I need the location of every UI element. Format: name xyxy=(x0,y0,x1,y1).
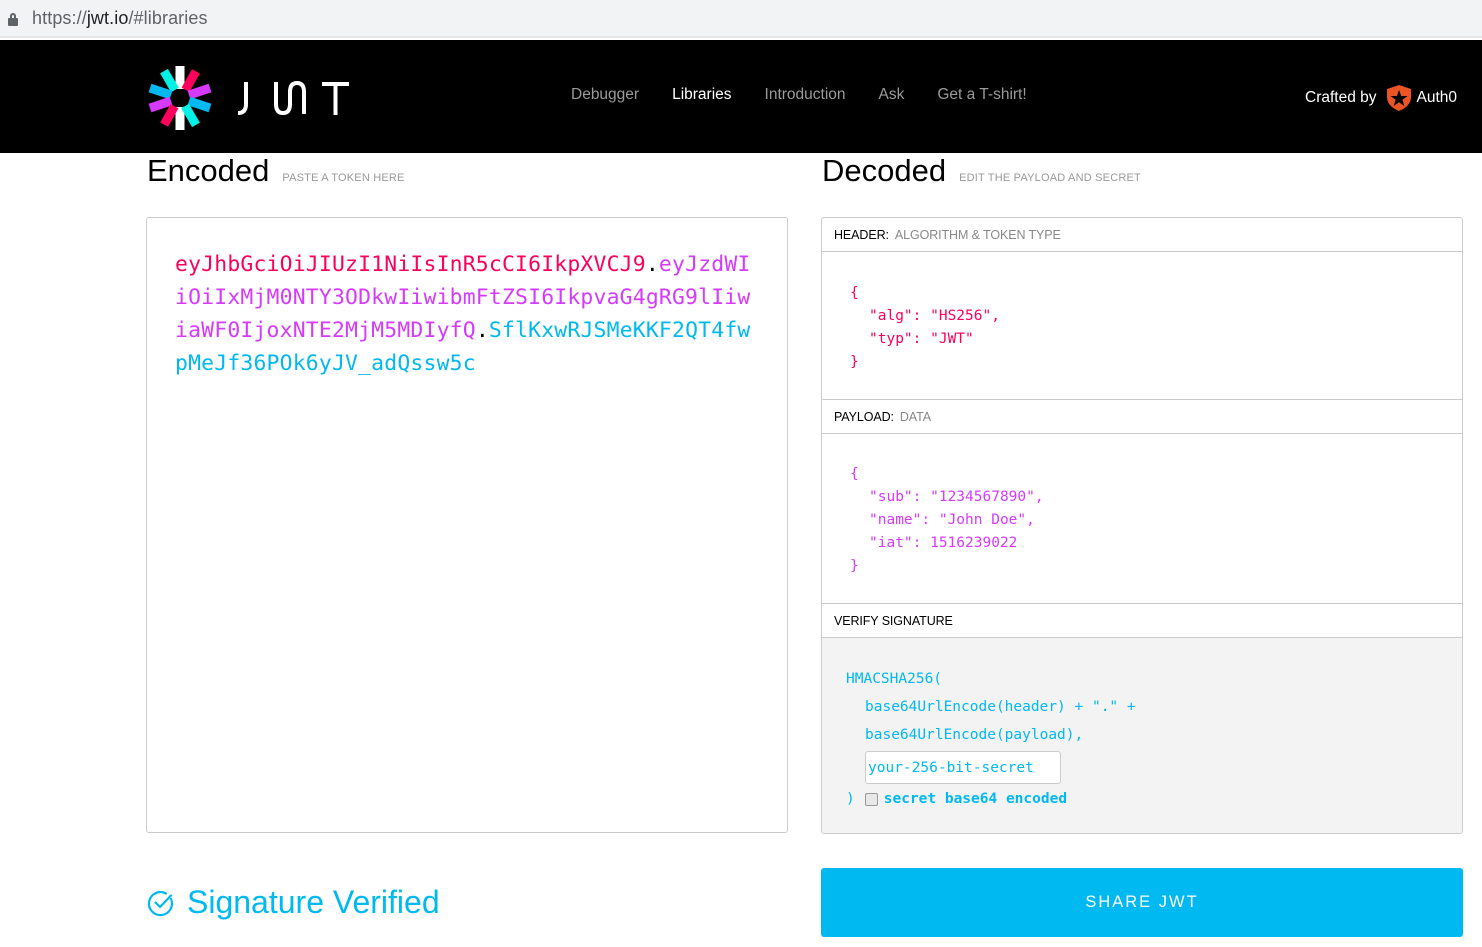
json-line: } xyxy=(850,354,859,370)
lock-icon xyxy=(8,12,18,26)
share-jwt-button[interactable]: SHARE JWT xyxy=(821,868,1463,937)
auth0-link[interactable]: Auth0 xyxy=(1386,85,1458,111)
json-line: { xyxy=(850,285,859,301)
payload-json-editor[interactable]: { "sub": "1234567890", "name": "John Doe… xyxy=(822,434,1462,604)
json-line: } xyxy=(850,558,859,574)
encoded-subtitle: PASTE A TOKEN HERE xyxy=(282,172,405,184)
payload-label: PAYLOAD: xyxy=(834,409,894,424)
header-section-title: HEADER: ALGORITHM & TOKEN TYPE xyxy=(822,218,1462,252)
secret-input[interactable] xyxy=(865,751,1061,784)
crafted-by-label: Crafted by xyxy=(1305,89,1377,106)
decoded-title: Decoded xyxy=(822,153,947,188)
signature-section: HMACSHA256( base64UrlEncode(header) + ".… xyxy=(822,638,1462,833)
json-line: "typ": "JWT" xyxy=(869,331,974,347)
encoded-token-input[interactable]: eyJhbGciOiJIUzI1NiIsInR5cCI6IkpXVCJ9.eyJ… xyxy=(146,217,788,833)
url-scheme: https:// xyxy=(32,7,87,28)
jwt-logo-icon[interactable] xyxy=(146,64,214,132)
nav-ask[interactable]: Ask xyxy=(879,86,905,104)
auth0-shield-icon xyxy=(1386,85,1411,111)
signature-header-expr: base64UrlEncode(header) + "." + xyxy=(865,699,1136,715)
nav-introduction[interactable]: Introduction xyxy=(765,86,846,104)
crafted-by-auth0[interactable]: Crafted by Auth0 xyxy=(1305,85,1457,111)
token-header-part: eyJhbGciOiJIUzI1NiIsInR5cCI6IkpXVCJ9 xyxy=(175,252,646,277)
hmac-function-close: ) xyxy=(846,791,855,807)
url-host: jwt.io xyxy=(86,7,129,28)
base64-encoded-checkbox[interactable] xyxy=(864,792,878,806)
signature-close-row: ) secret base64 encoded xyxy=(846,787,1462,811)
signature-status-text: Signature Verified xyxy=(187,884,440,920)
decoded-subtitle: EDIT THE PAYLOAD AND SECRET xyxy=(959,172,1141,184)
browser-address-bar[interactable]: https://jwt.io/#libraries xyxy=(0,0,1482,38)
nav-libraries[interactable]: Libraries xyxy=(672,86,731,104)
payload-sublabel: DATA xyxy=(899,409,931,424)
auth0-label: Auth0 xyxy=(1416,89,1458,106)
decoded-panel: HEADER: ALGORITHM & TOKEN TYPE { "alg": … xyxy=(821,217,1463,834)
url-path: /#libraries xyxy=(128,7,208,28)
token-dot: . xyxy=(645,252,659,277)
header-json-editor[interactable]: { "alg": "HS256", "typ": "JWT" } xyxy=(822,252,1462,400)
json-line: "iat": 1516239022 xyxy=(869,535,1018,551)
hmac-function-open: HMACSHA256( xyxy=(846,671,943,687)
signature-label: VERIFY SIGNATURE xyxy=(834,613,953,628)
json-line: "alg": "HS256", xyxy=(869,308,1000,324)
header-sublabel: ALGORITHM & TOKEN TYPE xyxy=(894,227,1061,242)
json-line: "name": "John Doe", xyxy=(869,512,1035,528)
nav-debugger[interactable]: Debugger xyxy=(571,86,639,104)
jwt-wordmark xyxy=(237,80,349,116)
main-nav: Debugger Libraries Introduction Ask Get … xyxy=(571,86,1060,104)
token-dot: . xyxy=(475,318,489,343)
encoded-heading: Encoded PASTE A TOKEN HERE xyxy=(147,153,405,189)
base64-encoded-label[interactable]: secret base64 encoded xyxy=(884,787,1067,811)
check-circle-icon xyxy=(147,890,174,916)
decoded-heading: Decoded EDIT THE PAYLOAD AND SECRET xyxy=(822,153,1141,189)
header-label: HEADER: xyxy=(834,227,889,242)
json-line: "sub": "1234567890", xyxy=(869,489,1044,505)
url-text[interactable]: https://jwt.io/#libraries xyxy=(32,8,208,29)
signature-section-title: VERIFY SIGNATURE xyxy=(822,604,1462,638)
payload-section-title: PAYLOAD: DATA xyxy=(822,400,1462,434)
encoded-token[interactable]: eyJhbGciOiJIUzI1NiIsInR5cCI6IkpXVCJ9.eyJ… xyxy=(175,248,759,380)
signature-payload-expr: base64UrlEncode(payload), xyxy=(865,727,1084,743)
json-line: { xyxy=(850,466,859,482)
encoded-title: Encoded xyxy=(147,153,270,188)
nav-tshirt[interactable]: Get a T-shirt! xyxy=(937,86,1026,104)
signature-status: Signature Verified xyxy=(147,884,440,921)
